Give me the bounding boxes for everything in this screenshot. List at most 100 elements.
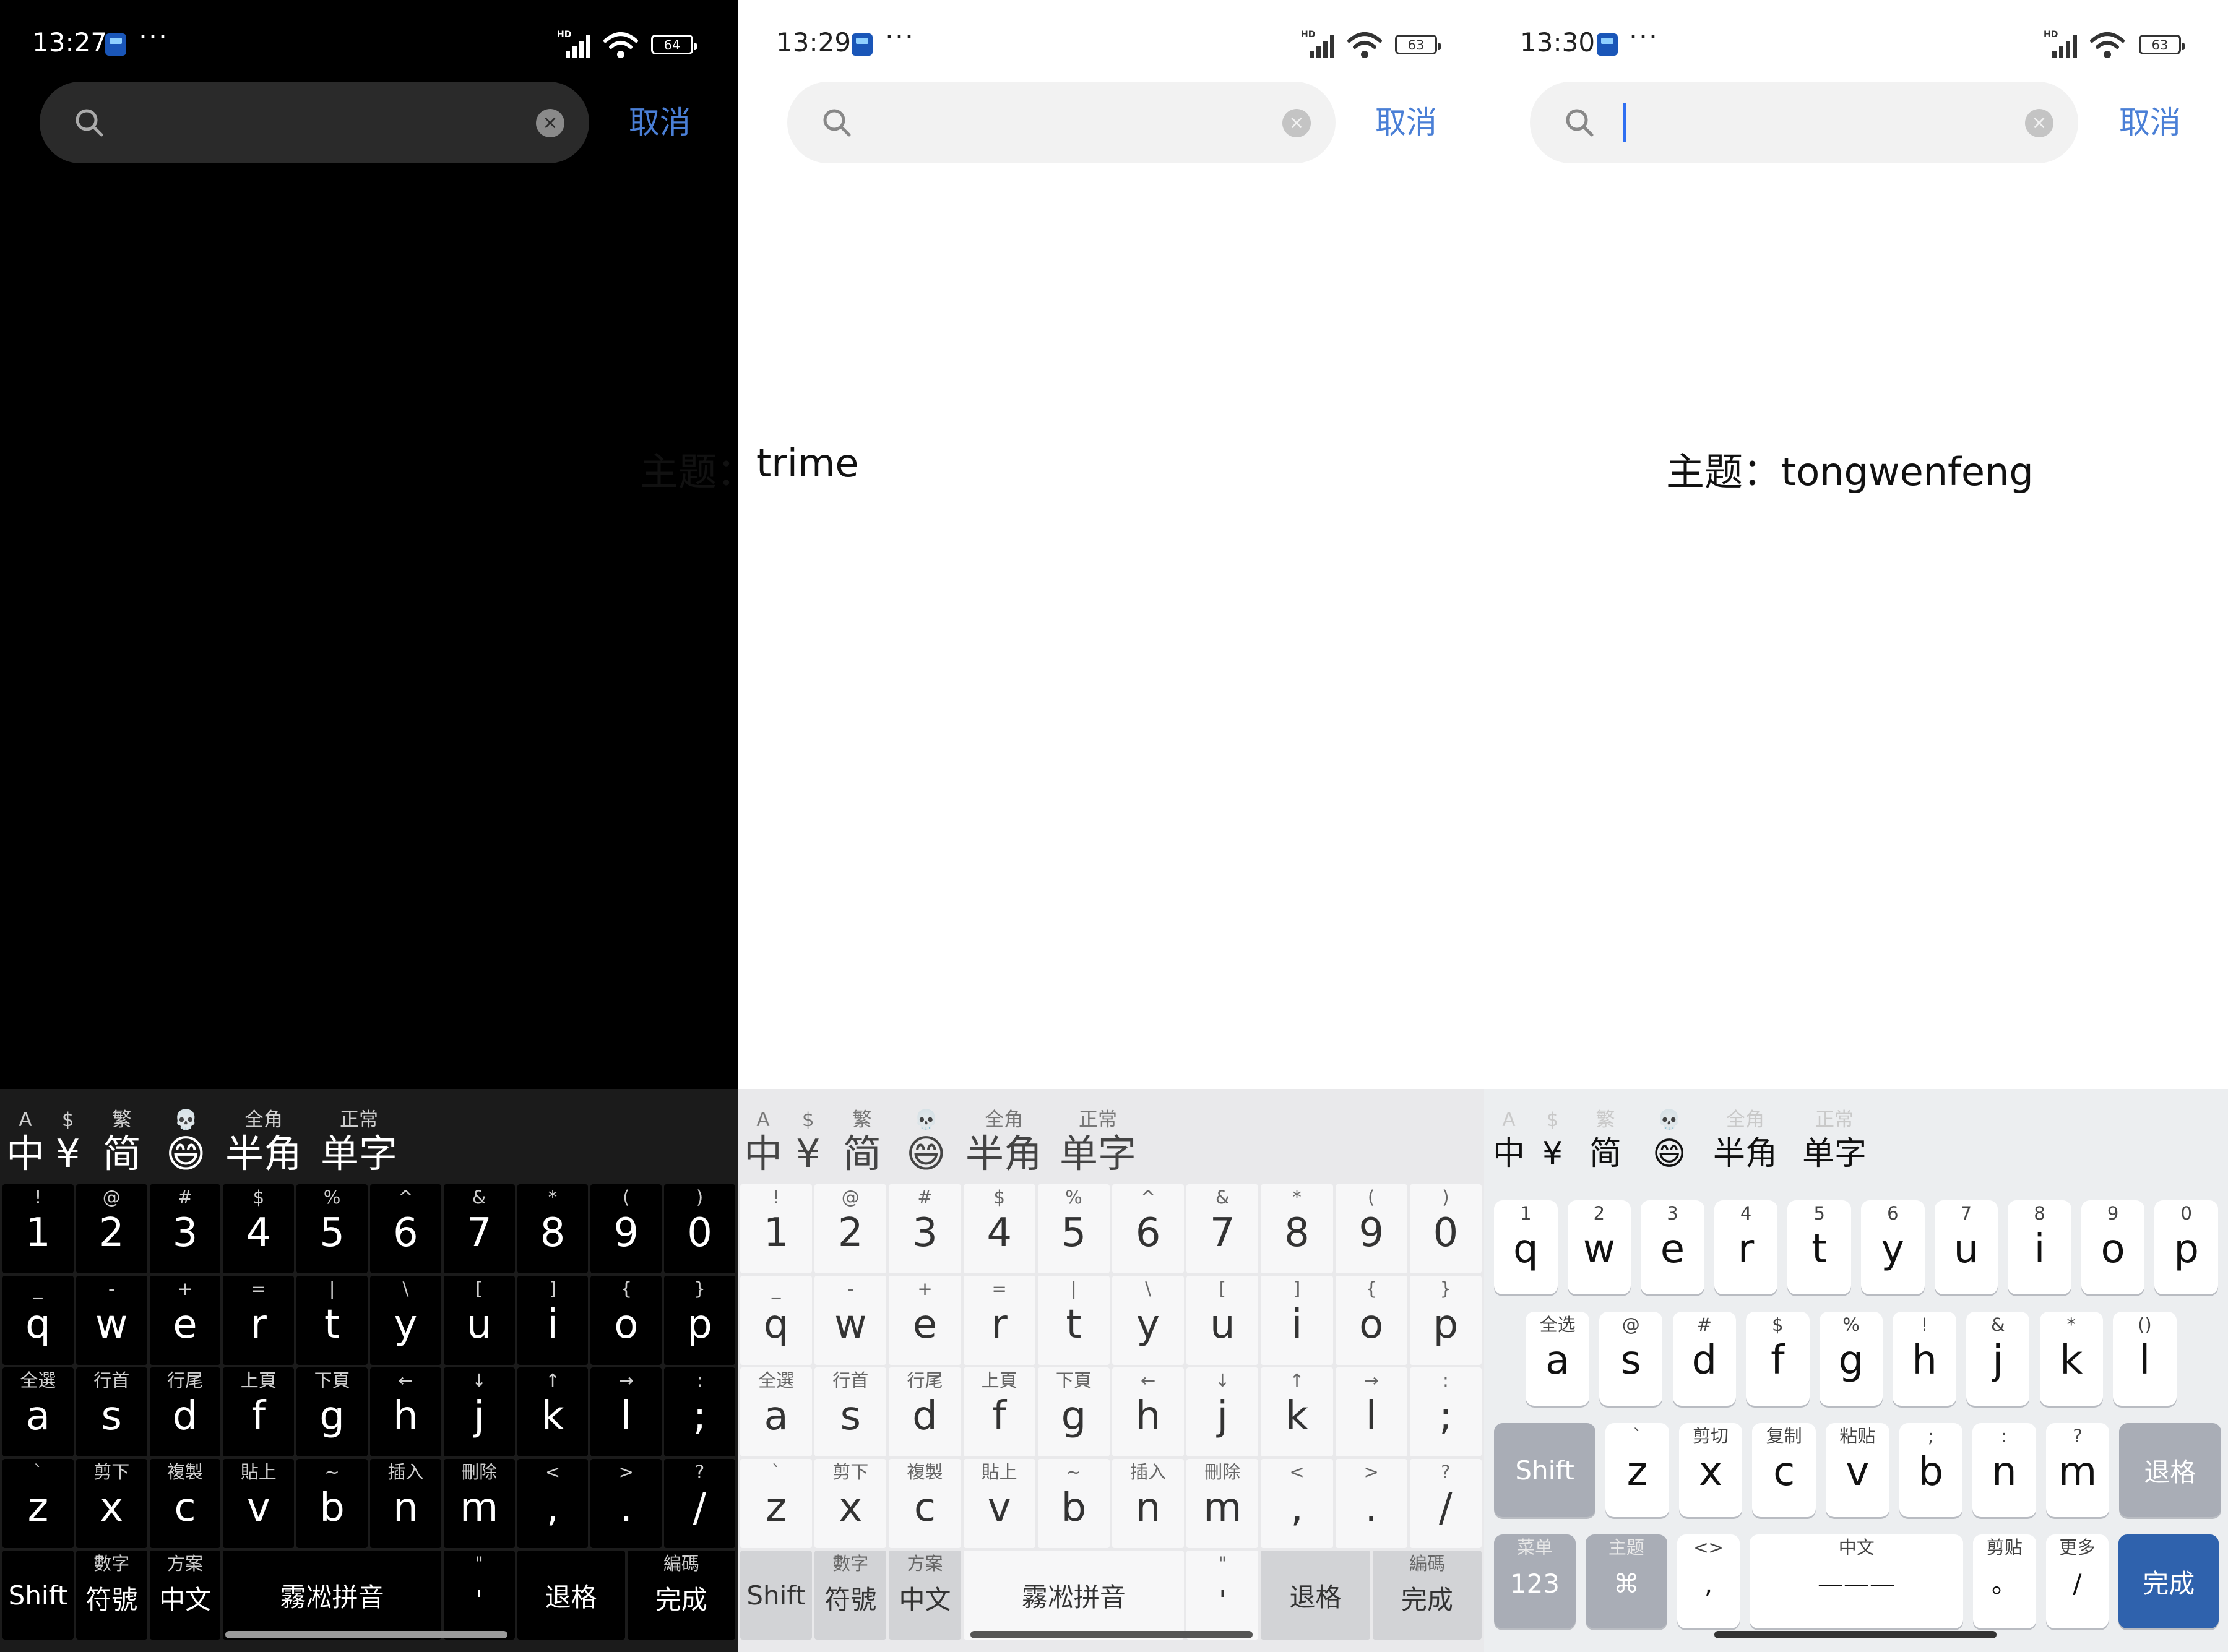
- key-p[interactable]: } p: [1409, 1276, 1482, 1365]
- key-m[interactable]: ? m: [2045, 1423, 2110, 1517]
- key-q[interactable]: 1q: [1494, 1200, 1558, 1294]
- key-e[interactable]: + e: [149, 1276, 221, 1365]
- key-g[interactable]: % g: [1819, 1312, 1883, 1406]
- clear-icon[interactable]: ×: [2025, 109, 2053, 137]
- key-8[interactable]: * 8: [1261, 1184, 1333, 1273]
- key-s[interactable]: @ s: [1599, 1312, 1663, 1406]
- key-2[interactable]: @2: [76, 1184, 147, 1273]
- key-Shift[interactable]: Shift: [740, 1551, 813, 1640]
- key-b[interactable]: ; b: [1899, 1423, 1963, 1517]
- candidate-1[interactable]: A中: [1493, 1108, 1525, 1176]
- search-bar[interactable]: ×: [787, 82, 1336, 163]
- key-y[interactable]: \ y: [370, 1276, 441, 1365]
- key-⌘[interactable]: 主题 ⌘: [1585, 1534, 1667, 1628]
- key-f[interactable]: 上頁 f: [963, 1367, 1035, 1456]
- key-q[interactable]: _ q: [740, 1276, 813, 1365]
- key-1[interactable]: ! 1: [2, 1184, 74, 1273]
- key-3[interactable]: #3: [889, 1184, 961, 1273]
- key-p[interactable]: } p: [664, 1276, 735, 1365]
- key-l[interactable]: () l: [2113, 1312, 2177, 1406]
- key-/[interactable]: ? /: [664, 1459, 735, 1548]
- key-c[interactable]: 複製 c: [889, 1459, 961, 1548]
- candidate-3[interactable]: 繁简: [843, 1108, 881, 1176]
- home-indicator[interactable]: [1714, 1631, 1997, 1638]
- key-k[interactable]: ↑ k: [1261, 1367, 1333, 1456]
- key-中文[interactable]: 方案 中文: [889, 1551, 961, 1640]
- key-d[interactable]: # d: [1672, 1312, 1737, 1406]
- key-u[interactable]: 7u: [1934, 1200, 1998, 1294]
- key-完成[interactable]: 編碼 完成: [1372, 1551, 1482, 1640]
- key-0[interactable]: ) 0: [1409, 1184, 1482, 1273]
- key-i[interactable]: ] i: [517, 1276, 589, 1365]
- candidate-2[interactable]: $ ¥: [56, 1108, 80, 1176]
- key-o[interactable]: 9o: [2081, 1200, 2145, 1294]
- key-l[interactable]: → l: [1335, 1367, 1407, 1456]
- key-退格[interactable]: 退格: [517, 1551, 625, 1640]
- key-r[interactable]: = r: [223, 1276, 295, 1365]
- candidate-5[interactable]: 全角 半角: [1713, 1108, 1777, 1176]
- key-Shift[interactable]: Shift: [1494, 1423, 1596, 1517]
- key-5[interactable]: % 5: [1037, 1184, 1110, 1273]
- key-y[interactable]: \ y: [1112, 1276, 1185, 1365]
- key-e[interactable]: 3e: [1641, 1200, 1704, 1294]
- candidate-5[interactable]: 全角 半角: [965, 1108, 1042, 1176]
- key-6[interactable]: ^ 6: [370, 1184, 441, 1273]
- key-;[interactable]: :;: [664, 1367, 735, 1456]
- key-z[interactable]: ` z: [1605, 1423, 1669, 1517]
- key-z[interactable]: ` z: [2, 1459, 74, 1548]
- key-m[interactable]: 刪除 m: [443, 1459, 515, 1548]
- candidate-1[interactable]: A中: [744, 1108, 782, 1176]
- key-s[interactable]: 行首 s: [76, 1367, 147, 1456]
- key-e[interactable]: + e: [889, 1276, 961, 1365]
- key-f[interactable]: 上頁 f: [223, 1367, 295, 1456]
- key-a[interactable]: 全選 a: [740, 1367, 813, 1456]
- key-3[interactable]: #3: [149, 1184, 221, 1273]
- key-.[interactable]: >.: [1335, 1459, 1407, 1548]
- key-7[interactable]: & 7: [1186, 1184, 1259, 1273]
- key-,[interactable]: <,: [1261, 1459, 1333, 1548]
- key-'[interactable]: " ': [443, 1551, 515, 1640]
- key-m[interactable]: 刪除 m: [1186, 1459, 1259, 1548]
- key-符號[interactable]: 數字 符號: [76, 1551, 147, 1640]
- key-n[interactable]: :n: [1972, 1423, 2036, 1517]
- candidate-3[interactable]: 繁简: [103, 1108, 141, 1176]
- key-0[interactable]: ) 0: [664, 1184, 735, 1273]
- candidate-4[interactable]: 💀 😄: [1652, 1108, 1686, 1176]
- key-q[interactable]: _ q: [2, 1276, 74, 1365]
- key-k[interactable]: ↑ k: [517, 1367, 589, 1456]
- key-5[interactable]: % 5: [296, 1184, 368, 1273]
- key-2[interactable]: @2: [814, 1184, 887, 1273]
- candidate-4[interactable]: 💀 😄: [906, 1108, 946, 1176]
- key-b[interactable]: ~ b: [1037, 1459, 1110, 1548]
- candidate-5[interactable]: 全角 半角: [225, 1108, 302, 1176]
- key-h[interactable]: ! h: [1893, 1312, 1956, 1406]
- key-/[interactable]: 更多 /: [2045, 1534, 2109, 1628]
- search-bar[interactable]: ×: [40, 82, 589, 163]
- key-r[interactable]: 4r: [1714, 1200, 1778, 1294]
- candidate-6[interactable]: 正常 单字: [321, 1108, 397, 1176]
- key-退格[interactable]: 退格: [1261, 1551, 1370, 1640]
- key-j[interactable]: & j: [1966, 1312, 2030, 1406]
- key-x[interactable]: 剪下 x: [76, 1459, 147, 1548]
- key-123[interactable]: 菜单 123: [1494, 1534, 1576, 1628]
- key-u[interactable]: [u: [1186, 1276, 1259, 1365]
- home-indicator[interactable]: [225, 1631, 507, 1638]
- cancel-button[interactable]: 取消: [2119, 98, 2181, 142]
- key-v[interactable]: 貼上 v: [963, 1459, 1035, 1548]
- key-,[interactable]: <,: [517, 1459, 589, 1548]
- key-9[interactable]: (9: [1335, 1184, 1407, 1273]
- key-d[interactable]: 行尾 d: [149, 1367, 221, 1456]
- key-c[interactable]: 複製 c: [149, 1459, 221, 1548]
- key-v[interactable]: 粘贴 v: [1825, 1423, 1889, 1517]
- key-w[interactable]: -w: [76, 1276, 147, 1365]
- key-完成[interactable]: 編碼 完成: [627, 1551, 735, 1640]
- key-,[interactable]: <>,: [1677, 1534, 1740, 1628]
- key-/[interactable]: ? /: [1409, 1459, 1482, 1548]
- key-g[interactable]: 下頁 g: [296, 1367, 368, 1456]
- key-8[interactable]: * 8: [517, 1184, 589, 1273]
- key-h[interactable]: ← h: [370, 1367, 441, 1456]
- candidate-3[interactable]: 繁简: [1589, 1108, 1621, 1176]
- candidate-2[interactable]: $ ¥: [1542, 1108, 1563, 1176]
- key-t[interactable]: | t: [296, 1276, 368, 1365]
- key-1[interactable]: ! 1: [740, 1184, 813, 1273]
